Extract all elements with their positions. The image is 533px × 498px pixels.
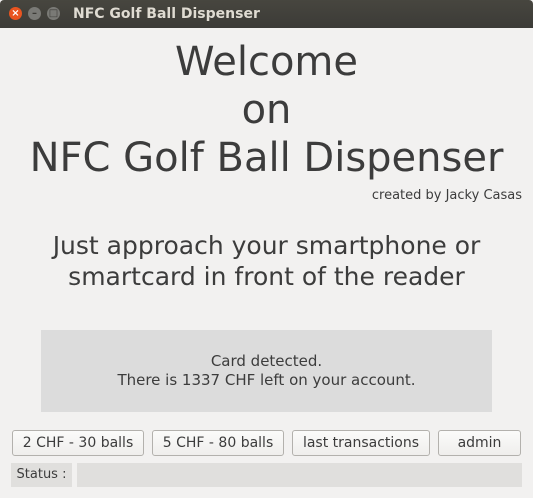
buy-30-balls-button[interactable]: 2 CHF - 30 balls	[12, 430, 144, 456]
instruction-line-2: smartcard in front of the reader	[68, 262, 465, 291]
admin-button[interactable]: admin	[438, 430, 521, 456]
welcome-heading: Welcome on NFC Golf Ball Dispenser	[0, 38, 533, 182]
welcome-line: Welcome	[175, 39, 358, 85]
instruction-text: Just approach your smartphone or smartca…	[0, 230, 533, 292]
window-title: NFC Golf Ball Dispenser	[73, 6, 260, 22]
card-message-panel: Card detected. There is 1337 CHF left on…	[41, 330, 492, 412]
buy-80-balls-button[interactable]: 5 CHF - 80 balls	[152, 430, 284, 456]
maximize-window-icon[interactable]: □	[47, 7, 60, 20]
card-detected-text: Card detected.	[210, 352, 323, 370]
author-credit: created by Jacky Casas	[371, 188, 522, 203]
status-field	[77, 463, 522, 487]
last-transactions-button[interactable]: last transactions	[292, 430, 430, 456]
app-name-line: NFC Golf Ball Dispenser	[29, 135, 504, 181]
account-balance-text: There is 1337 CHF left on your account.	[117, 371, 416, 389]
welcome-on-line: on	[241, 87, 292, 133]
instruction-line-1: Just approach your smartphone or	[52, 231, 481, 260]
status-label: Status :	[11, 463, 72, 487]
window-titlebar: × – □ NFC Golf Ball Dispenser	[0, 0, 533, 28]
close-window-icon[interactable]: ×	[9, 7, 22, 20]
minimize-window-icon[interactable]: –	[28, 7, 41, 20]
